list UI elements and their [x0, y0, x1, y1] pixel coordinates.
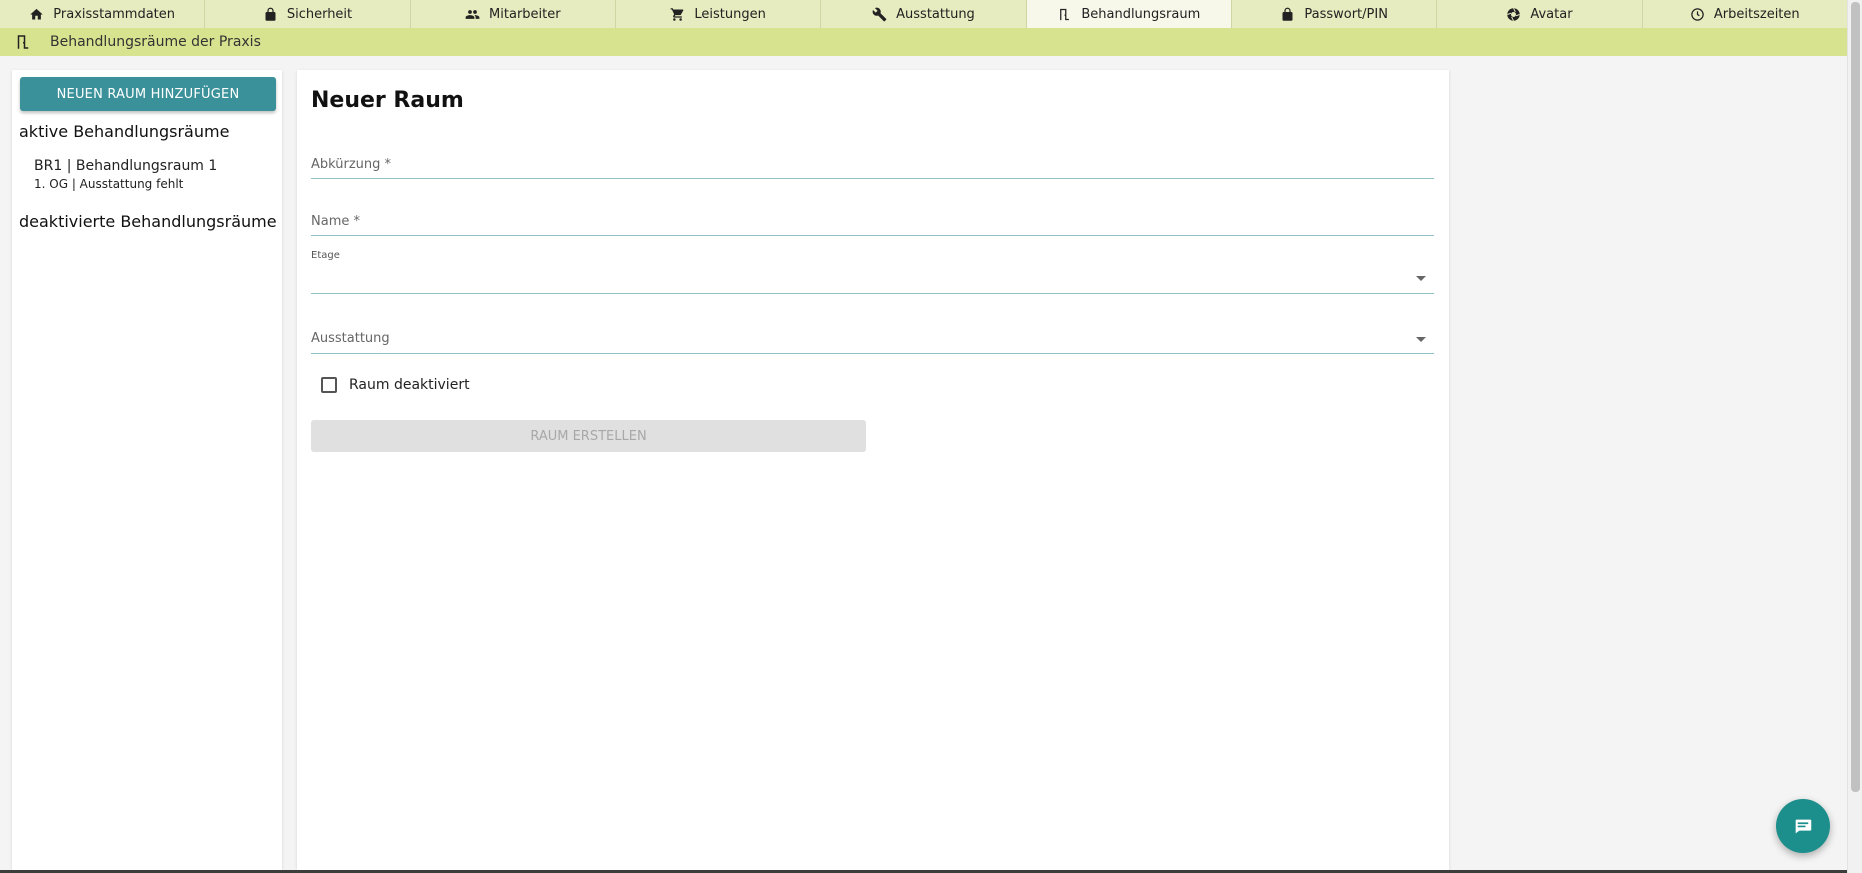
- chevron-down-icon: [1416, 276, 1426, 281]
- lock-icon: [1282, 7, 1293, 21]
- chat-icon: [1795, 819, 1812, 834]
- tab-label: Passwort/PIN: [1304, 6, 1388, 22]
- room-name: BR1 | Behandlungsraum 1: [34, 158, 218, 174]
- people-icon: [465, 9, 480, 19]
- page-scrollbar[interactable]: [1847, 0, 1862, 873]
- room-details: 1. OG | Ausstattung fehlt: [34, 177, 184, 191]
- tab-ausstattung[interactable]: Ausstattung: [821, 0, 1027, 28]
- home-icon: [30, 8, 44, 19]
- abbreviation-label: Abkürzung *: [311, 157, 392, 172]
- door-icon: [17, 35, 29, 49]
- chat-button[interactable]: [1776, 799, 1830, 853]
- equipment-label: Ausstattung: [311, 331, 390, 346]
- abbreviation-field[interactable]: Abkürzung *: [311, 155, 1434, 179]
- floor-label: Etage: [311, 250, 340, 261]
- name-label: Name *: [311, 214, 360, 229]
- tab-behandlungsraum[interactable]: Behandlungsraum: [1026, 0, 1232, 28]
- inactive-rooms-heading: deaktivierte Behandlungsräume: [19, 212, 277, 231]
- tab-label: Behandlungsraum: [1081, 6, 1201, 22]
- tab-passwort-pin[interactable]: Passwort/PIN: [1232, 0, 1438, 28]
- tab-label: Arbeitszeiten: [1713, 6, 1800, 22]
- equipment-select[interactable]: Ausstattung: [311, 325, 1434, 354]
- tab-leistungen[interactable]: Leistungen: [616, 0, 822, 28]
- name-field[interactable]: Name *: [311, 212, 1434, 236]
- tab-label: Mitarbeiter: [489, 6, 561, 22]
- wrench-icon: [872, 7, 887, 21]
- tab-label: Sicherheit: [286, 6, 353, 22]
- deactivated-checkbox-row[interactable]: Raum deaktiviert: [321, 377, 470, 393]
- clock-icon: [1691, 7, 1704, 21]
- room-form-panel: Neuer Raum Abkürzung * Name * Etage Auss…: [297, 70, 1449, 870]
- list-item[interactable]: BR1 | Behandlungsraum 1 1. OG | Ausstatt…: [34, 158, 217, 191]
- tab-mitarbeiter[interactable]: Mitarbeiter: [411, 0, 616, 28]
- subheader-title: Behandlungsräume der Praxis: [50, 34, 261, 50]
- active-rooms-heading: aktive Behandlungsräume: [19, 122, 230, 141]
- tab-label: Praxisstammdaten: [53, 6, 176, 22]
- create-room-button[interactable]: RAUM ERSTELLEN: [311, 420, 866, 452]
- door-icon: [1060, 8, 1070, 20]
- tab-sicherheit[interactable]: Sicherheit: [205, 0, 411, 28]
- deactivated-label: Raum deaktiviert: [349, 377, 470, 393]
- tab-avatar[interactable]: Avatar: [1437, 0, 1643, 28]
- lock-icon: [265, 7, 276, 21]
- room-list-panel: NEUEN RAUM HINZUFÜGEN aktive Behandlungs…: [12, 70, 282, 870]
- add-room-button[interactable]: NEUEN RAUM HINZUFÜGEN: [20, 77, 276, 111]
- tab-arbeitszeiten[interactable]: Arbeitszeiten: [1643, 0, 1847, 28]
- top-tab-bar: Praxisstammdaten Sicherheit Mitarbeiter …: [0, 0, 1847, 28]
- chevron-down-icon: [1416, 337, 1426, 342]
- cart-icon: [671, 7, 684, 21]
- tab-label: Avatar: [1530, 6, 1573, 22]
- aperture-icon: [1507, 7, 1521, 21]
- floor-select[interactable]: Etage: [311, 249, 1434, 294]
- page-title: Neuer Raum: [311, 88, 464, 113]
- page-subheader: Behandlungsräume der Praxis: [0, 28, 1847, 56]
- tab-label: Leistungen: [694, 6, 766, 22]
- tab-label: Ausstattung: [896, 6, 975, 22]
- deactivated-checkbox[interactable]: [321, 377, 337, 393]
- tab-praxisstammdaten[interactable]: Praxisstammdaten: [0, 0, 206, 28]
- scrollbar-thumb[interactable]: [1851, 2, 1860, 792]
